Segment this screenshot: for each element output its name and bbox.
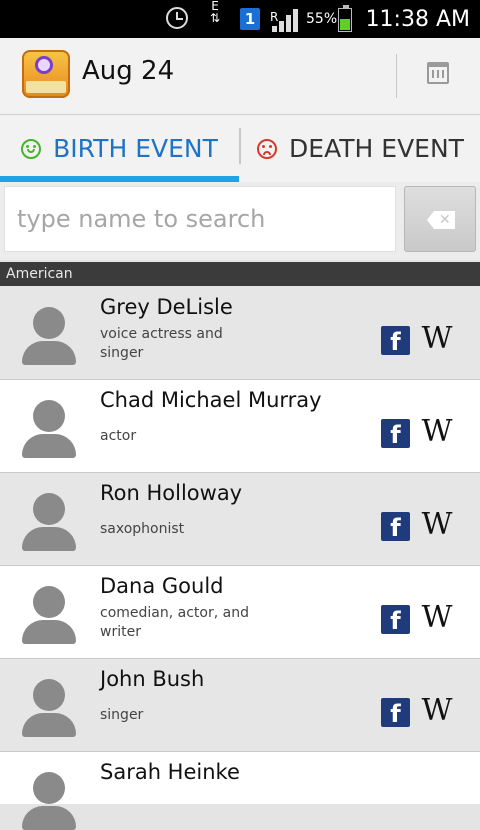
avatar-icon — [22, 679, 76, 737]
search-bar: ✕ — [0, 182, 480, 260]
event-tabs: BIRTH EVENT DEATH EVENT — [0, 115, 480, 182]
clear-search-button[interactable]: ✕ — [404, 186, 476, 252]
person-name: Ron Holloway — [100, 481, 243, 505]
facebook-icon[interactable]: f — [381, 698, 410, 727]
search-input[interactable] — [4, 186, 396, 252]
person-description: actor — [100, 428, 137, 444]
battery-percent: 55% — [306, 11, 338, 27]
wikipedia-icon[interactable]: W — [420, 695, 454, 727]
wikipedia-icon[interactable]: W — [420, 323, 454, 355]
list-item[interactable]: Dana Gould comedian, actor, and writer f… — [0, 566, 480, 659]
clock: 11:38 AM — [365, 6, 470, 32]
alarm-icon — [166, 7, 188, 29]
person-description: singer — [100, 707, 144, 723]
list-item[interactable]: John Bush singer f W — [0, 659, 480, 752]
person-name: John Bush — [100, 667, 205, 691]
list-item[interactable]: Sarah Heinke — [0, 752, 480, 830]
facebook-icon[interactable]: f — [381, 326, 410, 355]
signal-icon — [272, 8, 302, 32]
tab-death-event[interactable]: DEATH EVENT — [241, 115, 480, 182]
calendar-icon[interactable] — [427, 62, 449, 84]
action-bar: Aug 24 — [0, 38, 480, 115]
sad-face-icon — [257, 138, 278, 159]
people-list: Grey DeLisle voice actress and singer f … — [0, 287, 480, 830]
wikipedia-icon[interactable]: W — [420, 416, 454, 448]
date-title: Aug 24 — [82, 56, 175, 86]
app-logo[interactable] — [22, 50, 70, 98]
list-item[interactable]: Chad Michael Murray actor f W — [0, 380, 480, 473]
list-item[interactable]: Ron Holloway saxophonist f W — [0, 473, 480, 566]
person-name: Chad Michael Murray — [100, 388, 322, 412]
section-header: American — [0, 262, 480, 286]
backspace-clear-icon: ✕ — [427, 211, 455, 229]
person-name: Sarah Heinke — [100, 760, 240, 784]
facebook-icon[interactable]: f — [381, 512, 410, 541]
person-name: Dana Gould — [100, 574, 224, 598]
avatar-icon — [22, 772, 76, 830]
wikipedia-icon[interactable]: W — [420, 602, 454, 634]
avatar-icon — [22, 307, 76, 365]
tab-label: DEATH EVENT — [289, 134, 464, 163]
list-item[interactable]: Grey DeLisle voice actress and singer f … — [0, 287, 480, 380]
sim-badge-icon: 1 — [240, 8, 260, 30]
status-bar: E ⇅ 1 R 55% 11:38 AM — [0, 0, 480, 38]
wikipedia-icon[interactable]: W — [420, 509, 454, 541]
action-bar-divider — [396, 54, 397, 98]
person-description: voice actress and singer — [100, 326, 223, 361]
happy-face-icon — [21, 138, 42, 159]
facebook-icon[interactable]: f — [381, 419, 410, 448]
facebook-icon[interactable]: f — [381, 605, 410, 634]
battery-icon — [338, 5, 352, 32]
avatar-icon — [22, 400, 76, 458]
tab-label: BIRTH EVENT — [53, 134, 218, 163]
person-description: comedian, actor, and writer — [100, 605, 249, 640]
tab-birth-event[interactable]: BIRTH EVENT — [0, 115, 239, 182]
avatar-icon — [22, 586, 76, 644]
network-type: E ⇅ — [210, 0, 221, 25]
avatar-icon — [22, 493, 76, 551]
person-name: Grey DeLisle — [100, 295, 233, 319]
person-description: saxophonist — [100, 521, 185, 537]
